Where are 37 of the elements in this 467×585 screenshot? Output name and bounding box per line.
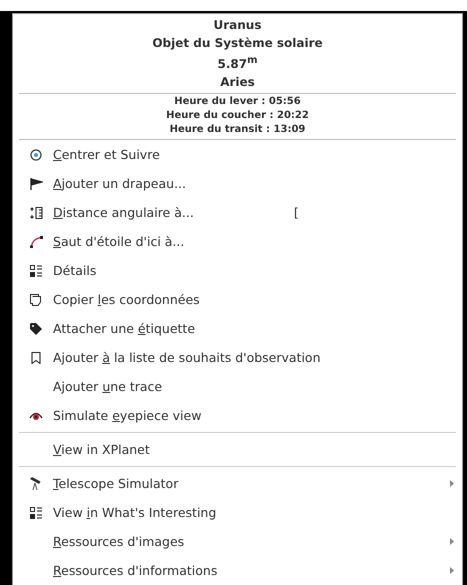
menu-item[interactable]: Détails xyxy=(53,263,96,278)
menu-item[interactable]: View in What's Interesting xyxy=(53,505,216,520)
target-icon xyxy=(30,148,42,160)
menu-item[interactable]: Saut d'étoile d'ici à... xyxy=(53,234,184,249)
submenu-arrow-icon xyxy=(450,567,454,574)
shortcut-key: [ xyxy=(294,205,299,220)
ruler-icon xyxy=(30,206,42,218)
menu-item[interactable]: View in XPlanet xyxy=(53,442,150,457)
menu-item[interactable]: Telescope Simulator xyxy=(53,476,178,491)
time-info: Heure du coucher : 20:22 xyxy=(165,109,310,123)
submenu-arrow-icon xyxy=(450,538,454,545)
tag-icon xyxy=(30,322,42,334)
menu-item[interactable]: Centrer et Suivre xyxy=(53,147,160,162)
menu-item[interactable]: Ressources d'images xyxy=(53,534,184,549)
menu-item[interactable]: Simulate eyepiece view xyxy=(53,408,202,423)
object-info: 5.87$^{m}$ xyxy=(216,54,259,73)
details-icon xyxy=(30,264,42,276)
eye-icon xyxy=(29,410,43,420)
menu-item[interactable]: Ajouter un drapeau... xyxy=(53,176,186,191)
menu-item[interactable]: Distance angulaire à... xyxy=(53,205,194,220)
time-info: Heure du transit : 13:09 xyxy=(168,123,306,137)
menu-item[interactable]: Ajouter une trace xyxy=(53,379,162,394)
menu-item[interactable]: Copier les coordonnées xyxy=(53,292,200,307)
object-info: Uranus xyxy=(212,17,262,34)
flag-icon xyxy=(30,178,42,190)
time-info: Heure du lever : 05:56 xyxy=(173,95,302,109)
menu-item[interactable]: Ressources d'informations xyxy=(53,563,218,578)
arc-icon xyxy=(30,236,42,248)
telescope-icon xyxy=(29,476,43,490)
copy-icon xyxy=(30,294,42,306)
menu-item[interactable]: Ajouter à la liste de souhaits d'observation xyxy=(53,350,321,365)
submenu-arrow-icon xyxy=(450,480,454,487)
menu-item[interactable]: Attacher une étiquette xyxy=(53,321,196,336)
object-info: Objet du Système solaire xyxy=(151,35,324,52)
details-icon xyxy=(30,506,42,518)
object-info: Aries xyxy=(219,74,256,91)
bookmark-icon xyxy=(31,352,41,364)
